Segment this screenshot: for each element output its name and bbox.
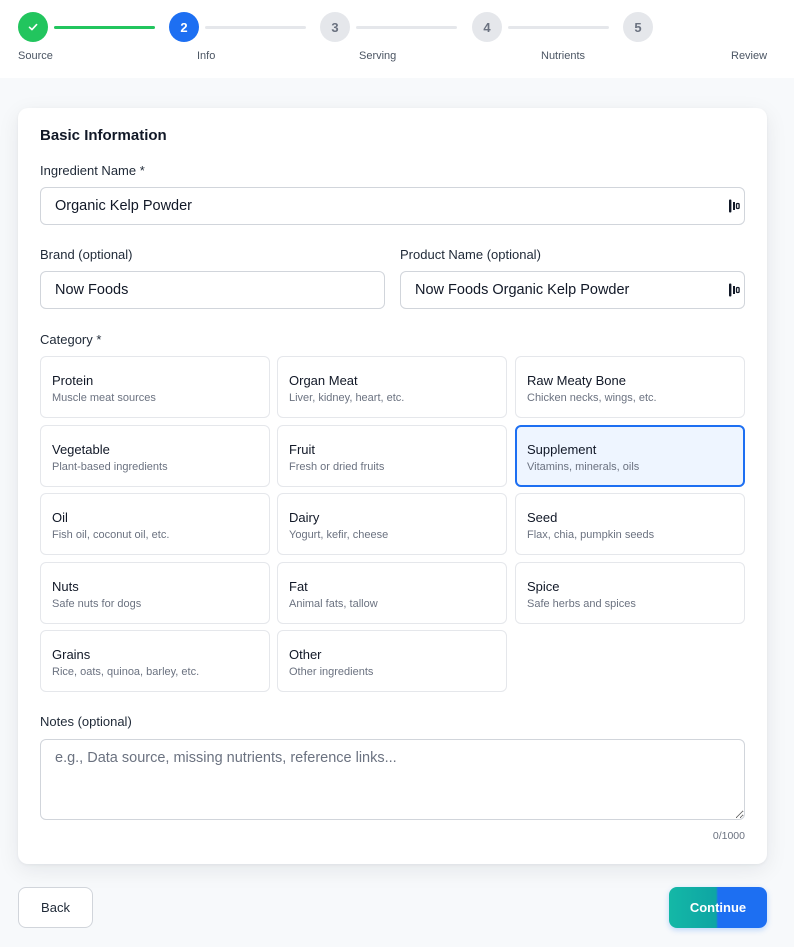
continue-button[interactable]: Continue: [669, 887, 767, 928]
step-connector-1: [54, 26, 155, 29]
category-name: Supplement: [527, 442, 597, 457]
category-description: Rice, oats, quinoa, barley, etc.: [52, 666, 200, 678]
category-description: Other ingredients: [289, 666, 374, 678]
category-label: Category *: [40, 332, 102, 347]
brand-label: Brand (optional): [40, 247, 133, 262]
category-description: Muscle meat sources: [52, 392, 156, 404]
category-option-fruit[interactable]: Fruit Fresh or dried fruits: [277, 425, 507, 487]
step-2-info[interactable]: 2: [169, 12, 199, 42]
category-option-grains[interactable]: Grains Rice, oats, quinoa, barley, etc.: [40, 630, 270, 692]
check-icon: [28, 23, 38, 31]
category-name: Seed: [527, 510, 558, 525]
category-option-protein[interactable]: Protein Muscle meat sources: [40, 356, 270, 418]
category-name: Raw Meaty Bone: [527, 373, 626, 388]
category-option-spice[interactable]: Spice Safe herbs and spices: [515, 562, 745, 624]
password-manager-icon[interactable]: [727, 282, 741, 298]
category-description: Plant-based ingredients: [52, 461, 168, 473]
ingredient-name-input[interactable]: [40, 187, 745, 225]
category-name: Other: [289, 647, 322, 662]
category-description: Vitamins, minerals, oils: [527, 461, 640, 473]
step-label-source: Source: [18, 50, 53, 62]
category-name: Vegetable: [52, 442, 110, 457]
category-description: Flax, chia, pumpkin seeds: [527, 529, 655, 541]
category-option-dairy[interactable]: Dairy Yogurt, kefir, cheese: [277, 493, 507, 555]
category-name: Grains: [52, 647, 91, 662]
category-description: Chicken necks, wings, etc.: [527, 392, 657, 404]
step-number: 3: [331, 19, 339, 35]
product-name-label: Product Name (optional): [400, 247, 541, 262]
step-3-serving[interactable]: 3: [320, 12, 350, 42]
category-option-nuts[interactable]: Nuts Safe nuts for dogs: [40, 562, 270, 624]
basic-info-card: Basic Information Ingredient Name * Bran…: [18, 108, 767, 864]
step-number: 4: [483, 19, 491, 35]
category-name: Spice: [527, 579, 560, 594]
card-title: Basic Information: [40, 127, 167, 144]
category-description: Fresh or dried fruits: [289, 461, 385, 473]
category-option-organ-meat[interactable]: Organ Meat Liver, kidney, heart, etc.: [277, 356, 507, 418]
category-option-vegetable[interactable]: Vegetable Plant-based ingredients: [40, 425, 270, 487]
ingredient-name-label: Ingredient Name *: [40, 163, 145, 178]
category-name: Fruit: [289, 442, 315, 457]
brand-input[interactable]: [40, 271, 385, 309]
category-description: Liver, kidney, heart, etc.: [289, 392, 405, 404]
back-button[interactable]: Back: [18, 887, 93, 928]
product-name-input[interactable]: [400, 271, 745, 309]
notes-character-counter: 0/1000: [712, 830, 745, 842]
step-1-source[interactable]: [18, 12, 48, 42]
category-option-raw-meaty-bone[interactable]: Raw Meaty Bone Chicken necks, wings, etc…: [515, 356, 745, 418]
category-option-oil[interactable]: Oil Fish oil, coconut oil, etc.: [40, 493, 270, 555]
step-label-serving: Serving: [359, 50, 397, 62]
category-name: Organ Meat: [289, 373, 358, 388]
category-option-supplement[interactable]: Supplement Vitamins, minerals, oils: [515, 425, 745, 487]
step-number: 2: [180, 19, 188, 35]
category-name: Protein: [52, 373, 94, 388]
step-connector-3: [356, 26, 457, 29]
category-option-seed[interactable]: Seed Flax, chia, pumpkin seeds: [515, 493, 745, 555]
category-option-other[interactable]: Other Other ingredients: [277, 630, 507, 692]
step-label-nutrients: Nutrients: [541, 50, 586, 62]
category-description: Animal fats, tallow: [289, 598, 378, 610]
category-option-fat[interactable]: Fat Animal fats, tallow: [277, 562, 507, 624]
notes-textarea[interactable]: [40, 739, 745, 820]
category-description: Safe nuts for dogs: [52, 598, 142, 610]
step-label-info: Info: [197, 50, 216, 62]
step-number: 5: [634, 19, 642, 35]
category-description: Fish oil, coconut oil, etc.: [52, 529, 170, 541]
progress-stepper: 2 3 4 5 Source Info Serving Nutrients Re…: [0, 0, 794, 78]
password-manager-icon[interactable]: [727, 198, 741, 214]
step-label-review: Review: [731, 50, 768, 62]
step-4-nutrients[interactable]: 4: [472, 12, 502, 42]
notes-label: Notes (optional): [40, 714, 132, 729]
step-connector-2: [205, 26, 306, 29]
category-name: Dairy: [289, 510, 320, 525]
category-name: Oil: [52, 510, 68, 525]
category-description: Yogurt, kefir, cheese: [289, 529, 389, 541]
category-name: Fat: [289, 579, 308, 594]
step-5-review[interactable]: 5: [623, 12, 653, 42]
category-description: Safe herbs and spices: [527, 598, 636, 610]
category-name: Nuts: [52, 579, 79, 594]
step-connector-4: [508, 26, 609, 29]
